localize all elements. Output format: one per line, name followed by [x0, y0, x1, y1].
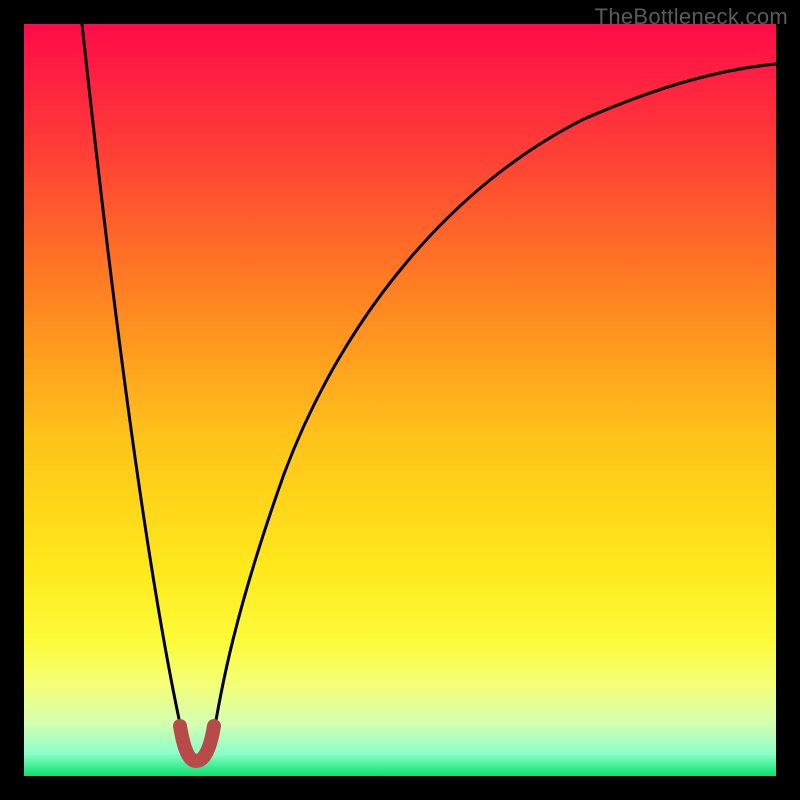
chart-area — [24, 24, 776, 776]
curve-min-marker — [180, 726, 214, 761]
curve-right-branch — [212, 64, 776, 744]
penalty-curve-svg — [24, 24, 776, 776]
curve-left-branch — [82, 24, 212, 763]
